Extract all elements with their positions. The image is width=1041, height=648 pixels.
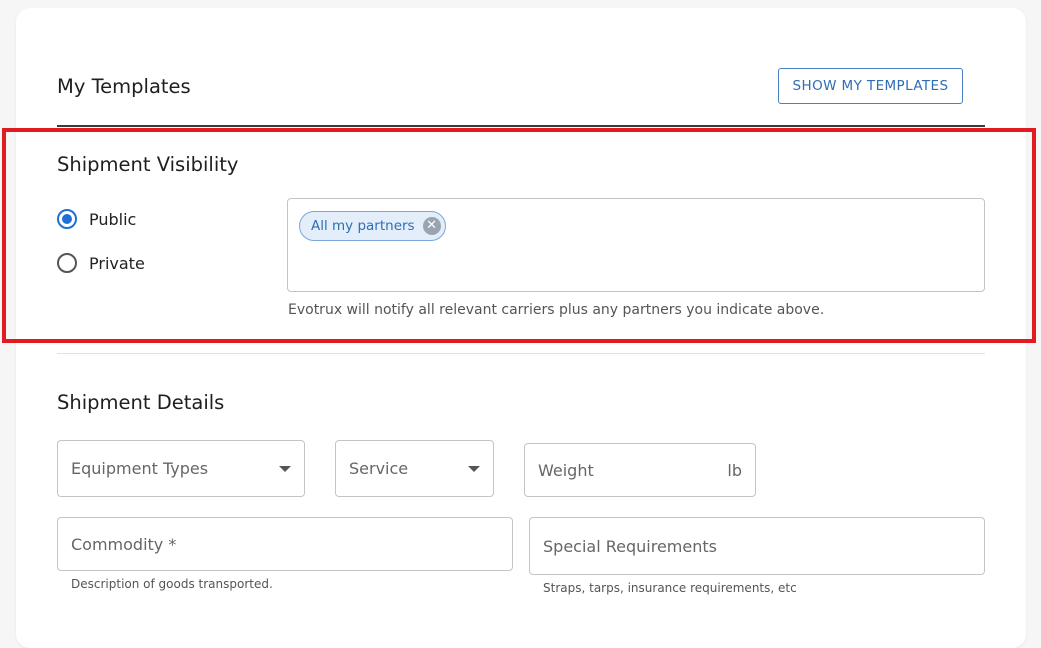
show-my-templates-button[interactable]: SHOW MY TEMPLATES xyxy=(778,68,963,104)
special-requirements-input[interactable]: Special Requirements xyxy=(529,517,985,575)
visibility-highlight-box xyxy=(2,128,1036,343)
details-title: Shipment Details xyxy=(57,391,225,414)
visibility-divider xyxy=(57,353,985,354)
equipment-types-select[interactable]: Equipment Types xyxy=(57,440,305,497)
special-requirements-placeholder: Special Requirements xyxy=(543,536,717,556)
equipment-types-placeholder: Equipment Types xyxy=(71,459,209,478)
commodity-placeholder: Commodity * xyxy=(71,534,177,554)
templates-divider xyxy=(57,125,985,127)
service-select[interactable]: Service xyxy=(335,440,494,497)
chevron-down-icon xyxy=(279,465,291,472)
special-requirements-helper-text: Straps, tarps, insurance requirements, e… xyxy=(543,581,797,595)
weight-unit: lb xyxy=(727,460,742,480)
commodity-input[interactable]: Commodity * xyxy=(57,517,513,571)
weight-input[interactable]: Weight lb xyxy=(524,443,756,497)
service-placeholder: Service xyxy=(349,459,409,478)
chevron-down-icon xyxy=(468,465,480,472)
templates-title: My Templates xyxy=(57,75,191,98)
commodity-helper-text: Description of goods transported. xyxy=(71,577,273,591)
weight-placeholder: Weight xyxy=(538,460,594,480)
